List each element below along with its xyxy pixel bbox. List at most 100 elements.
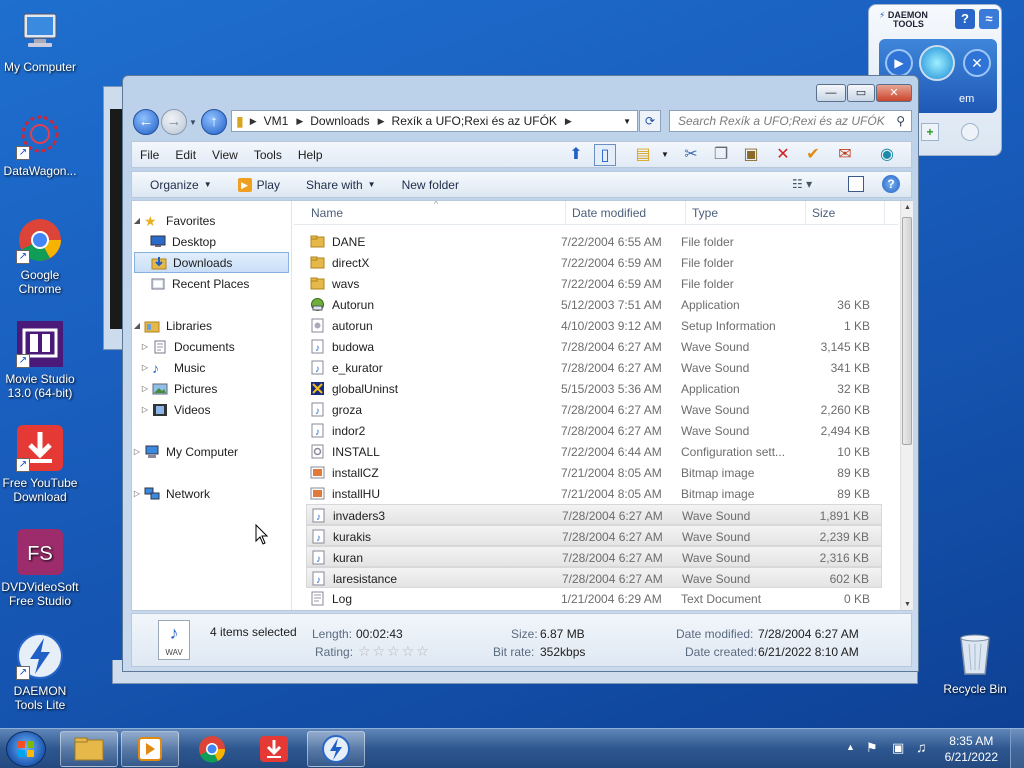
close-icon[interactable]: ✕	[963, 49, 991, 77]
preview-pane-icon[interactable]	[848, 176, 864, 192]
file-row[interactable]: ♪ indor2 7/28/2004 6:27 AM Wave Sound 2,494 …	[306, 420, 882, 441]
file-row[interactable]: Log 1/21/2004 6:29 AM Text Document 0 KB	[306, 588, 882, 609]
column-name[interactable]: Name	[311, 206, 343, 220]
nav-videos[interactable]: ▷ Videos	[132, 399, 290, 420]
chevron-right-icon[interactable]: ▶	[378, 116, 385, 127]
expand-arrow-icon[interactable]: ▷	[132, 447, 142, 456]
chevron-down-icon[interactable]: ▼	[623, 117, 631, 126]
chevron-right-icon[interactable]: ▶	[250, 116, 257, 127]
back-button[interactable]: ←	[133, 109, 159, 135]
file-row[interactable]: directX 7/22/2004 6:59 AM File folder	[306, 252, 882, 273]
expand-arrow-icon[interactable]: ▷	[132, 489, 142, 498]
search-input[interactable]: Search Rexík a UFO;Rexi és az UFÓK ⚲	[669, 110, 912, 132]
file-row[interactable]: installCZ 7/21/2004 8:05 AM Bitmap image 89…	[306, 462, 882, 483]
start-button[interactable]	[6, 731, 46, 767]
file-row[interactable]: autorun 4/10/2003 9:12 AM Setup Informatio…	[306, 315, 882, 336]
show-desktop-button[interactable]	[1010, 729, 1024, 768]
file-row[interactable]: ♪ e_kurator 7/28/2004 6:27 AM Wave Sound 341…	[306, 357, 882, 378]
menu-view[interactable]: View	[204, 148, 246, 162]
address-bar[interactable]: ▮ ▶ VM1 ▶ Downloads ▶ Rexík a UFO;Rexi é…	[231, 110, 638, 132]
column-size[interactable]: Size	[812, 206, 835, 220]
desktop-icon-my-computer[interactable]: My Computer	[0, 8, 80, 74]
column-type[interactable]: Type	[692, 206, 718, 220]
taskbar-movie-player[interactable]	[121, 731, 179, 767]
rss-icon[interactable]: ≈	[979, 9, 999, 29]
file-row[interactable]: installHU 7/21/2004 8:05 AM Bitmap image 89…	[306, 483, 882, 504]
preview-pane-icon[interactable]: ▯	[594, 144, 616, 166]
file-row[interactable]: wavs 7/22/2004 6:59 AM File folder	[306, 273, 882, 294]
breadcrumb-item[interactable]: VM1	[264, 114, 289, 128]
taskbar-chrome[interactable]	[196, 735, 228, 766]
nav-favorites[interactable]: ◢ ★ Favorites	[132, 210, 290, 231]
play-button[interactable]: ▶ Play	[230, 177, 288, 192]
nav-desktop[interactable]: Desktop	[132, 231, 290, 252]
drive-icon[interactable]	[961, 123, 979, 141]
scrollbar-thumb[interactable]	[902, 217, 912, 445]
file-row[interactable]: ♪ groza 7/28/2004 6:27 AM Wave Sound 2,260 K…	[306, 399, 882, 420]
menu-tools[interactable]: Tools	[246, 148, 290, 162]
file-row[interactable]: DANE 7/22/2004 6:55 AM File folder	[306, 231, 882, 252]
nav-network[interactable]: ▷ Network	[132, 483, 290, 504]
maximize-button[interactable]: ▭	[847, 84, 875, 102]
file-row[interactable]: ♪ laresistance 7/28/2004 6:27 AM Wave Sound…	[306, 567, 882, 588]
taskbar-daemon-tools[interactable]	[307, 731, 365, 767]
chevron-down-icon[interactable]: ▼	[654, 144, 676, 166]
scroll-up-icon[interactable]: ▲	[901, 204, 914, 211]
up-folder-icon[interactable]: ⬆	[565, 144, 587, 166]
organize-button[interactable]: Organize ▼	[142, 178, 220, 192]
desktop-icon-chrome[interactable]: ↗ Google Chrome	[0, 216, 80, 296]
desktop-icon-daemon-tools[interactable]: ↗ DAEMON Tools Lite	[0, 632, 80, 712]
desktop-icon-datawagon[interactable]: ↗ DataWagon...	[0, 112, 80, 178]
share-with-button[interactable]: Share with ▼	[298, 178, 384, 192]
nav-my-computer[interactable]: ▷ My Computer	[132, 441, 290, 462]
view-options-icon[interactable]: ☷ ▾	[792, 177, 812, 191]
copy-icon[interactable]: ❐	[710, 144, 732, 166]
menu-edit[interactable]: Edit	[167, 148, 204, 162]
file-row[interactable]: Autorun 5/12/2003 7:51 AM Application 36 KB	[306, 294, 882, 315]
taskbar-youtube-download[interactable]	[258, 735, 290, 766]
email-icon[interactable]: ✉	[834, 144, 856, 166]
close-button[interactable]: ✕	[876, 84, 912, 102]
checkmark-icon[interactable]: ✔	[802, 144, 824, 166]
cut-icon[interactable]: ✂	[680, 144, 702, 166]
expand-arrow-icon[interactable]: ▷	[140, 405, 150, 414]
file-row[interactable]: ♪ invaders3 7/28/2004 6:27 AM Wave Sound 1,8…	[306, 504, 882, 525]
paste-icon[interactable]: ▣	[740, 144, 762, 166]
explorer-window[interactable]: — ▭ ✕ ← → ▼ ↑ ▮ ▶ VM1 ▶ Downloads ▶ Rexí…	[122, 75, 919, 672]
globe-icon[interactable]: ◉	[876, 144, 898, 166]
folder-options-icon[interactable]: ▤	[632, 144, 654, 166]
clock[interactable]: 8:35 AM 6/21/2022	[945, 733, 998, 765]
minimize-button[interactable]: —	[816, 84, 846, 102]
network-status-icon[interactable]: ▣	[892, 740, 904, 756]
nav-music[interactable]: ▷ ♪ Music	[132, 357, 290, 378]
vertical-scrollbar[interactable]: ▲ ▼	[900, 201, 913, 610]
breadcrumb-item[interactable]: Rexík a UFO;Rexi és az UFÓK	[392, 114, 557, 128]
recent-pages-icon[interactable]: ▼	[189, 118, 197, 127]
chevron-right-icon[interactable]: ▶	[296, 116, 303, 127]
expand-arrow-icon[interactable]: ◢	[132, 216, 142, 225]
nav-downloads[interactable]: Downloads	[134, 252, 289, 273]
nav-documents[interactable]: ▷ Documents	[132, 336, 290, 357]
file-row[interactable]: ♪ kuran 7/28/2004 6:27 AM Wave Sound 2,316 K…	[306, 546, 882, 567]
desktop-icon-free-youtube-download[interactable]: ↗ Free YouTube Download	[0, 424, 80, 504]
column-date-modified[interactable]: Date modified	[572, 206, 646, 220]
help-icon[interactable]: ?	[882, 175, 900, 193]
expand-arrow-icon[interactable]: ▷	[140, 363, 150, 372]
help-button[interactable]: ?	[955, 9, 975, 29]
desktop-icon-movie-studio[interactable]: ↗ Movie Studio 13.0 (64-bit)	[0, 320, 80, 400]
file-row[interactable]: INSTALL 7/22/2004 6:44 AM Configuration se…	[306, 441, 882, 462]
scroll-down-icon[interactable]: ▼	[901, 601, 914, 608]
desktop-icon-dvdvideosoft[interactable]: FS DVDVideoSoft Free Studio	[0, 528, 80, 608]
add-icon[interactable]: +	[921, 123, 939, 141]
taskbar-explorer[interactable]	[60, 731, 118, 767]
rating-stars[interactable]: ☆☆☆☆☆	[358, 643, 431, 660]
up-button[interactable]: ↑	[201, 109, 227, 135]
expand-arrow-icon[interactable]: ▷	[140, 342, 150, 351]
expand-arrow-icon[interactable]: ◢	[132, 321, 142, 330]
refresh-button[interactable]: ⟳	[639, 110, 661, 132]
nav-pictures[interactable]: ▷ Pictures	[132, 378, 290, 399]
file-row[interactable]: ♪ budowa 7/28/2004 6:27 AM Wave Sound 3,145 …	[306, 336, 882, 357]
file-row[interactable]: globalUninst 5/15/2003 5:36 AM Application…	[306, 378, 882, 399]
breadcrumb-item[interactable]: Downloads	[310, 114, 369, 128]
play-icon[interactable]: ▶	[885, 49, 913, 77]
